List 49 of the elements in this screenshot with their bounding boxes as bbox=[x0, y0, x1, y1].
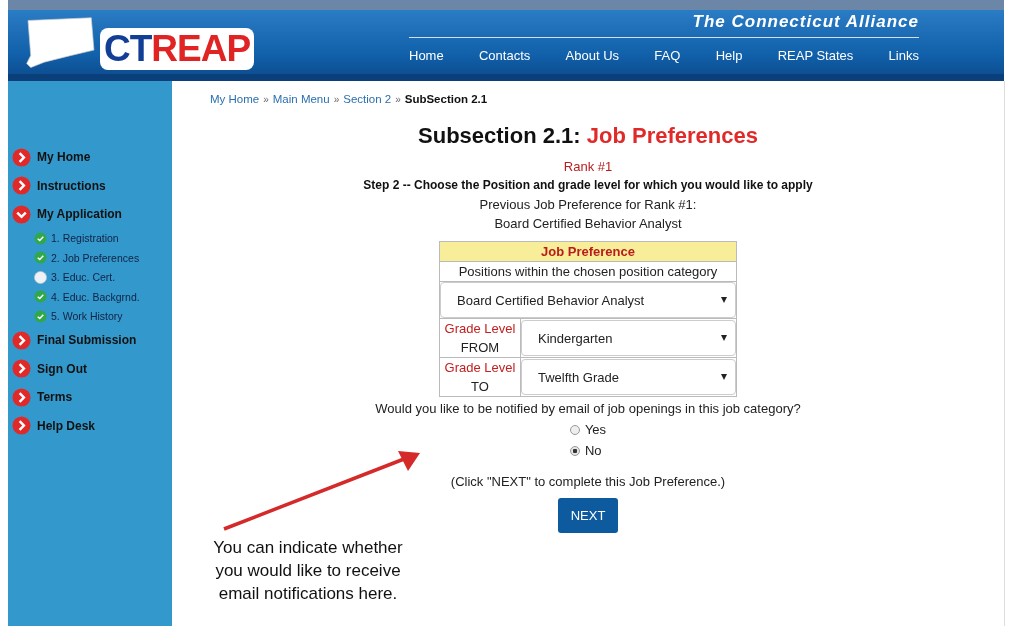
breadcrumb-current: SubSection 2.1 bbox=[404, 93, 488, 105]
site-logo[interactable]: CTREAP bbox=[100, 28, 255, 70]
callout-text: You can indicate whether you would like to receive email notifications here. bbox=[212, 537, 404, 605]
sidebar-item[interactable]: Sign Out bbox=[8, 354, 172, 383]
sidebar-subitem[interactable]: 5. Work History bbox=[8, 306, 172, 326]
nav-link[interactable]: Contacts bbox=[478, 48, 531, 63]
breadcrumb-separator: » bbox=[333, 94, 340, 105]
grade-label: Grade Level FROM bbox=[439, 318, 521, 358]
nav-link[interactable]: Links bbox=[888, 48, 919, 63]
grade-dropdown[interactable]: Kindergarten bbox=[521, 320, 736, 356]
breadcrumb-link[interactable]: Section 2 bbox=[343, 93, 392, 105]
rank-label: Rank #1 bbox=[563, 159, 613, 174]
sidebar-item[interactable]: Help Desk bbox=[8, 411, 172, 440]
nav-link[interactable]: Home bbox=[409, 48, 444, 63]
nav-link[interactable]: REAP States bbox=[777, 48, 854, 63]
nav-link[interactable]: FAQ bbox=[654, 48, 681, 63]
sidebar-item[interactable]: Final Submission bbox=[8, 326, 172, 355]
hint-text: (Click "NEXT" to complete this Job Preference.) bbox=[450, 474, 726, 489]
sidebar-item[interactable]: My Application bbox=[8, 200, 172, 229]
sidebar-subitem[interactable]: 4. Educ. Backgrnd. bbox=[8, 287, 172, 307]
table-cell: Positions within the chosen position category bbox=[439, 261, 737, 282]
breadcrumb-link[interactable]: My Home bbox=[210, 93, 260, 105]
step-instruction: Step 2 -- Choose the Position and grade level for which you would like to apply bbox=[363, 178, 813, 192]
grade-label: Grade Level TO bbox=[439, 357, 521, 397]
breadcrumb-link[interactable]: Main Menu bbox=[272, 93, 330, 105]
radio-option[interactable]: No bbox=[569, 443, 607, 458]
sidebar-subitem[interactable]: 3. Educ. Cert. bbox=[8, 267, 172, 287]
next-button[interactable]: NEXT bbox=[557, 498, 619, 533]
previous-preference-label: Previous Job Preference for Rank #1: bbox=[479, 197, 697, 212]
breadcrumb-separator: » bbox=[263, 94, 269, 105]
sidebar-item[interactable]: My Home bbox=[8, 143, 172, 172]
page-title: Subsection 2.1: Job Preferences bbox=[418, 123, 758, 149]
dropdown-arrow-icon bbox=[721, 297, 727, 303]
dropdown-arrow-icon bbox=[721, 335, 727, 341]
sidebar-item[interactable]: Instructions bbox=[8, 171, 172, 200]
site-tagline: The Connecticut Alliance bbox=[409, 12, 919, 38]
nav-link[interactable]: About Us bbox=[565, 48, 620, 63]
breadcrumb-separator: » bbox=[395, 94, 401, 105]
sidebar-subitem[interactable]: 2. Job Preferences bbox=[8, 248, 172, 268]
sidebar-item[interactable]: Terms bbox=[8, 383, 172, 412]
position-dropdown[interactable]: Board Certified Behavior Analyst bbox=[440, 282, 736, 318]
sidebar-subitem[interactable]: 1. Registration bbox=[8, 228, 172, 248]
radio-option[interactable]: Yes bbox=[569, 422, 607, 437]
nav-link[interactable]: Help bbox=[715, 48, 743, 63]
dropdown-arrow-icon bbox=[721, 374, 727, 380]
notify-question: Would you like to be notified by email of job openings in this job category? bbox=[375, 401, 801, 416]
previous-preference-value: Board Certified Behavior Analyst bbox=[494, 216, 682, 231]
table-header: Job Preference bbox=[439, 241, 737, 262]
grade-dropdown[interactable]: Twelfth Grade bbox=[521, 359, 736, 395]
